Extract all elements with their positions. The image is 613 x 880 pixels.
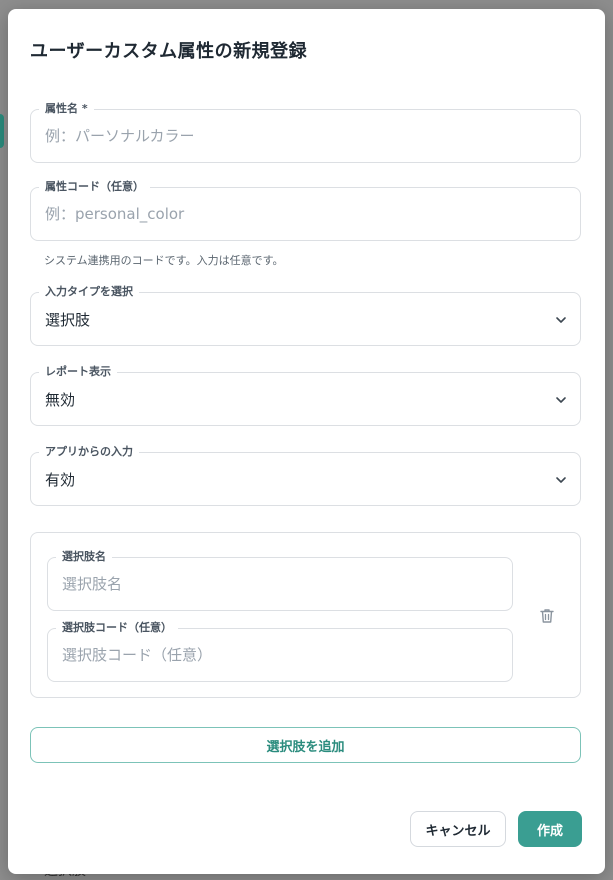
app-input-value: 有効 xyxy=(45,471,76,489)
chevron-down-icon xyxy=(556,317,566,323)
choice-item-card: 選択肢名 選択肢コード（任意） xyxy=(30,532,581,698)
chevron-down-icon xyxy=(556,477,566,483)
choice-name-input[interactable] xyxy=(62,558,472,610)
add-choice-button[interactable]: 選択肢を追加 xyxy=(30,727,581,763)
choice-code-input[interactable] xyxy=(62,629,472,681)
modal-title: ユーザーカスタム属性の新規登録 xyxy=(30,41,308,62)
attribute-code-field: 属性コード（任意） xyxy=(30,179,581,241)
create-button[interactable]: 作成 xyxy=(518,811,582,847)
report-display-value: 無効 xyxy=(45,391,76,409)
trash-icon[interactable] xyxy=(538,607,556,625)
create-attribute-modal: ユーザーカスタム属性の新規登録 属性名 * 属性コード（任意） システム連携用の… xyxy=(8,9,605,874)
background-nav-indicator xyxy=(0,114,4,148)
choice-name-field: 選択肢名 xyxy=(47,549,513,611)
report-display-select[interactable]: レポート表示 無効 xyxy=(30,364,581,426)
attribute-name-field: 属性名 * xyxy=(30,101,581,163)
attribute-code-input[interactable] xyxy=(45,188,540,240)
app-input-select[interactable]: アプリからの入力 有効 xyxy=(30,444,581,506)
input-type-select[interactable]: 入力タイプを選択 選択肢 xyxy=(30,284,581,346)
chevron-down-icon xyxy=(556,397,566,403)
attribute-name-input[interactable] xyxy=(45,110,540,162)
attribute-code-helper: システム連携用のコードです。入力は任意です。 xyxy=(44,254,284,267)
choice-code-field: 選択肢コード（任意） xyxy=(47,620,513,682)
input-type-value: 選択肢 xyxy=(45,311,91,329)
cancel-button[interactable]: キャンセル xyxy=(410,811,506,847)
